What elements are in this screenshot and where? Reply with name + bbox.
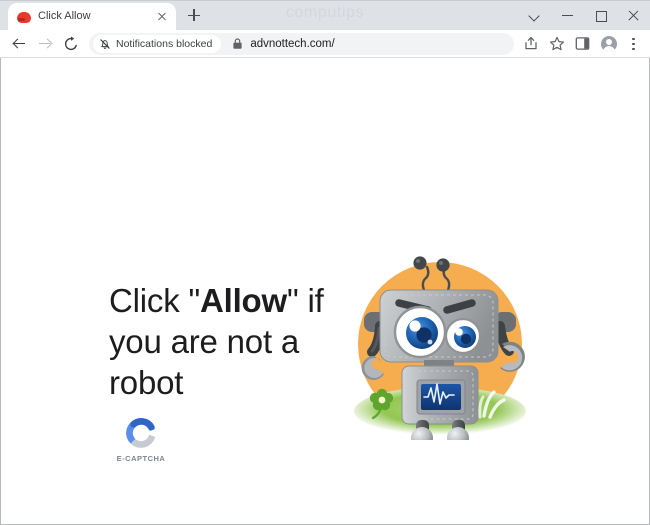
- page-headline: Click "Allow" if you are not a robot: [109, 280, 341, 403]
- robot-illustration: [344, 248, 536, 449]
- maximize-icon[interactable]: [584, 1, 617, 30]
- tab-favicon-icon: [17, 10, 31, 24]
- window-close-icon[interactable]: [617, 1, 650, 30]
- reload-icon[interactable]: [58, 32, 84, 56]
- side-panel-icon[interactable]: [570, 32, 596, 56]
- lock-icon[interactable]: [231, 37, 244, 50]
- three-dot-menu-icon[interactable]: [622, 32, 644, 56]
- share-icon[interactable]: [518, 32, 544, 56]
- window-controls: [518, 1, 650, 30]
- browser-window: computips Click Allow Notifications bloc…: [0, 0, 650, 525]
- browser-tab-click-allow[interactable]: Click Allow: [8, 3, 176, 30]
- notifications-blocked-chip[interactable]: Notifications blocked: [93, 34, 222, 53]
- minimize-icon[interactable]: [551, 1, 584, 30]
- headline-line1-post: " if: [286, 282, 324, 319]
- e-captcha-label: E-CAPTCHA: [116, 454, 166, 463]
- new-tab-plus-icon[interactable]: [180, 1, 208, 29]
- address-bar[interactable]: Notifications blocked advnottech.com/: [89, 32, 514, 55]
- bell-blocked-icon: [99, 38, 111, 50]
- headline-allow-bold: Allow: [199, 282, 287, 319]
- profile-avatar[interactable]: [596, 32, 622, 56]
- headline-line1-pre: Click ": [109, 282, 200, 319]
- headline-line2: you are not a: [109, 323, 300, 360]
- bookmark-star-icon[interactable]: [544, 32, 570, 56]
- page-content: Click "Allow" if you are not a robot E-C…: [1, 58, 649, 524]
- url-text[interactable]: advnottech.com/: [250, 38, 506, 50]
- headline-line3: robot: [109, 364, 184, 401]
- chevron-down-icon[interactable]: [518, 1, 551, 30]
- e-captcha-c-logo-icon: [124, 416, 158, 450]
- back-arrow-icon[interactable]: [6, 32, 32, 56]
- browser-toolbar: Notifications blocked advnottech.com/: [0, 30, 650, 58]
- page-viewport: Click "Allow" if you are not a robot E-C…: [0, 58, 650, 525]
- close-icon[interactable]: [154, 9, 170, 25]
- tab-title: Click Allow: [38, 10, 91, 22]
- tab-strip: computips Click Allow: [0, 0, 650, 30]
- notifications-blocked-label: Notifications blocked: [116, 37, 213, 50]
- e-captcha-badge: E-CAPTCHA: [111, 416, 171, 463]
- forward-arrow-icon[interactable]: [32, 32, 58, 56]
